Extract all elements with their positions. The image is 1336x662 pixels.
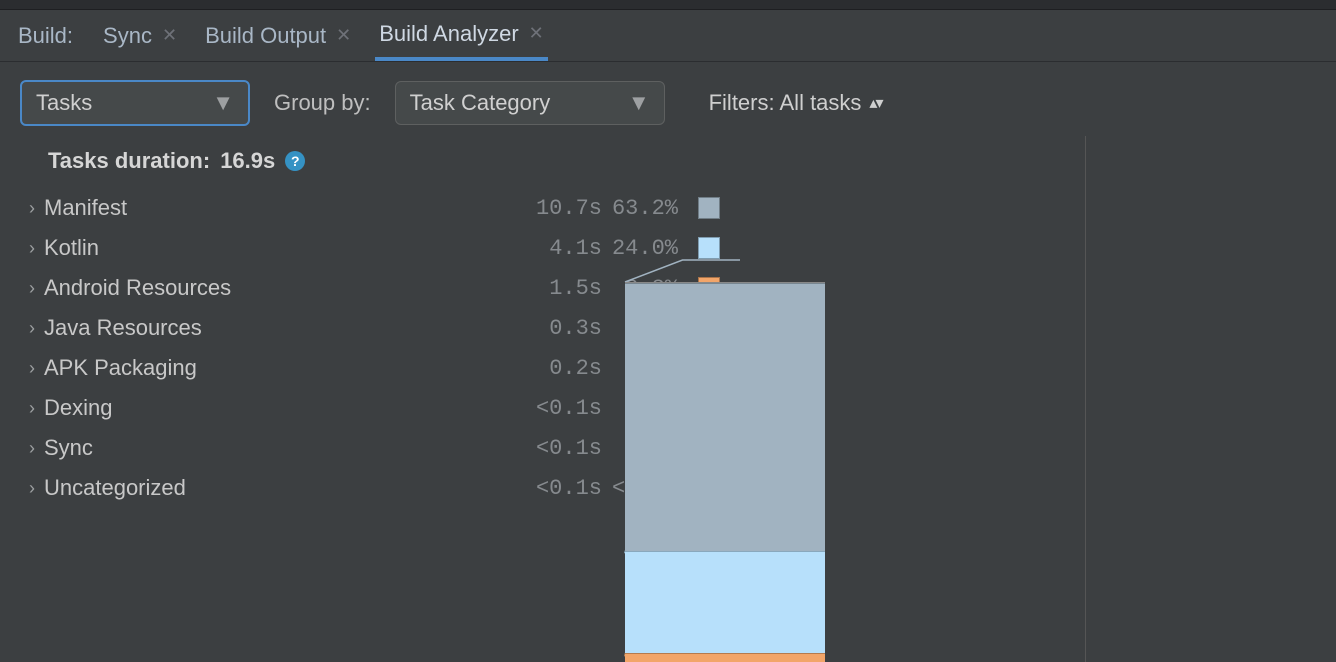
- task-percent: 24.0%: [602, 236, 692, 261]
- dropdown-value: Task Category: [410, 90, 551, 116]
- duration-header: Tasks duration: 16.9s ?: [48, 148, 1065, 174]
- task-name: Sync: [44, 435, 512, 461]
- task-row[interactable]: ›Java Resources0.3s2.0%: [20, 308, 720, 348]
- task-name: Manifest: [44, 195, 512, 221]
- duration-value: 16.9s: [220, 148, 275, 174]
- task-time: 0.3s: [512, 316, 602, 341]
- task-name: Dexing: [44, 395, 512, 421]
- filters-control[interactable]: Filters: All tasks ▴▾: [709, 90, 882, 116]
- task-time: 0.2s: [512, 356, 602, 381]
- right-pane: [1086, 136, 1336, 662]
- task-name: Java Resources: [44, 315, 512, 341]
- task-row[interactable]: ›Manifest10.7s63.2%: [20, 188, 720, 228]
- chevron-down-icon: ▼: [212, 90, 234, 116]
- task-name: Android Resources: [44, 275, 512, 301]
- help-icon[interactable]: ?: [285, 151, 305, 171]
- close-icon[interactable]: ✕: [529, 23, 544, 44]
- tabs-prefix: Build:: [18, 23, 73, 49]
- dropdown-value: Tasks: [36, 90, 92, 116]
- task-name: APK Packaging: [44, 355, 512, 381]
- task-list: ›Manifest10.7s63.2%›Kotlin4.1s24.0%›Andr…: [20, 188, 720, 508]
- chevron-right-icon[interactable]: ›: [20, 198, 44, 219]
- stacked-bar-chart: [625, 282, 825, 662]
- filters-label: Filters: All tasks: [709, 90, 862, 116]
- tab-label: Build Analyzer: [379, 21, 518, 47]
- task-row[interactable]: ›Sync<0.1s0.2%: [20, 428, 720, 468]
- tabs-row: Build: Sync ✕ Build Output ✕ Build Analy…: [0, 10, 1336, 62]
- chevron-right-icon[interactable]: ›: [20, 278, 44, 299]
- tab-label: Build Output: [205, 23, 326, 49]
- task-time: <0.1s: [512, 476, 602, 501]
- bar-segment: [625, 653, 825, 662]
- task-time: 1.5s: [512, 276, 602, 301]
- chevron-right-icon[interactable]: ›: [20, 358, 44, 379]
- task-time: 4.1s: [512, 236, 602, 261]
- toolbar: Tasks ▼ Group by: Task Category ▼ Filter…: [0, 62, 1336, 136]
- chevron-right-icon[interactable]: ›: [20, 478, 44, 499]
- bar-segment: [625, 283, 825, 551]
- left-pane: Tasks duration: 16.9s ? ›Manifest10.7s63…: [0, 136, 1086, 662]
- sort-icon: ▴▾: [869, 93, 881, 113]
- chevron-right-icon[interactable]: ›: [20, 438, 44, 459]
- task-row[interactable]: ›Uncategorized<0.1s<0.1%: [20, 468, 720, 508]
- top-strip: [0, 0, 1336, 10]
- close-icon[interactable]: ✕: [162, 25, 177, 46]
- task-row[interactable]: ›Android Resources1.5s8.8%: [20, 268, 720, 308]
- task-time: 10.7s: [512, 196, 602, 221]
- task-name: Kotlin: [44, 235, 512, 261]
- content: Tasks duration: 16.9s ? ›Manifest10.7s63…: [0, 136, 1336, 662]
- tab-sync[interactable]: Sync ✕: [99, 10, 181, 61]
- task-time: <0.1s: [512, 436, 602, 461]
- view-dropdown[interactable]: Tasks ▼: [20, 80, 250, 126]
- task-percent: 63.2%: [602, 196, 692, 221]
- task-name: Uncategorized: [44, 475, 512, 501]
- tab-build-output[interactable]: Build Output ✕: [201, 10, 355, 61]
- tab-label: Sync: [103, 23, 152, 49]
- task-time: <0.1s: [512, 396, 602, 421]
- group-by-label: Group by:: [274, 90, 371, 116]
- task-row[interactable]: ›Dexing<0.1s0.5%: [20, 388, 720, 428]
- task-row[interactable]: ›Kotlin4.1s24.0%: [20, 228, 720, 268]
- tab-build-analyzer[interactable]: Build Analyzer ✕: [375, 10, 548, 61]
- task-row[interactable]: ›APK Packaging0.2s1.4%: [20, 348, 720, 388]
- duration-label: Tasks duration:: [48, 148, 210, 174]
- chevron-down-icon: ▼: [628, 90, 650, 116]
- chevron-right-icon[interactable]: ›: [20, 398, 44, 419]
- chevron-right-icon[interactable]: ›: [20, 318, 44, 339]
- chevron-right-icon[interactable]: ›: [20, 238, 44, 259]
- color-swatch: [698, 197, 720, 219]
- close-icon[interactable]: ✕: [336, 25, 351, 46]
- bar-segment: [625, 551, 825, 653]
- group-by-dropdown[interactable]: Task Category ▼: [395, 81, 665, 125]
- color-swatch: [698, 237, 720, 259]
